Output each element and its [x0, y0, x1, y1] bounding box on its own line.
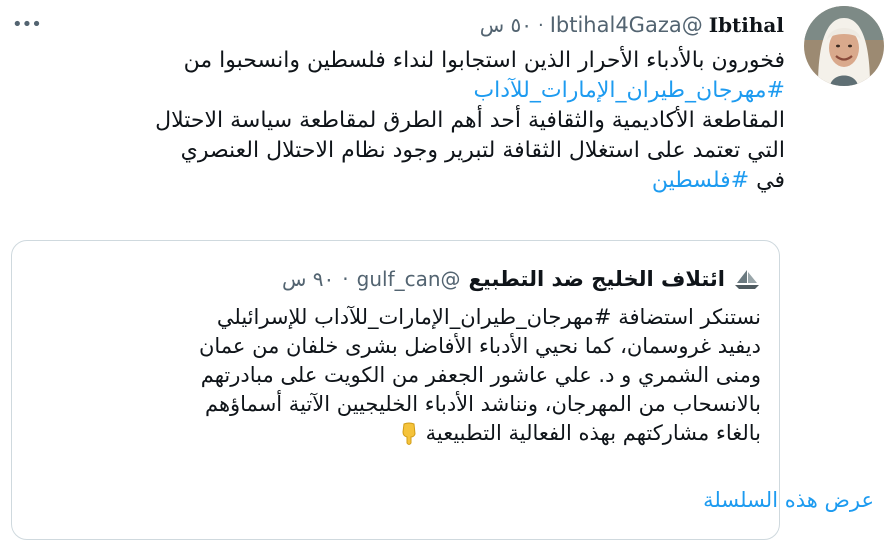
tweet-line-3: التي تعتمد على استغلال الثقافة لتبرير وج… [180, 138, 785, 163]
separator-dot: · [537, 14, 544, 36]
tweet-line-1: فخورون بالأدباء الأحرار الذين استجابوا ل… [183, 48, 785, 73]
show-thread-link[interactable]: عرض هذه السلسلة [703, 488, 874, 512]
quoted-tweet-header: ائتلاف الخليج ضد التطبيع @gulf_can · ٩٠ … [282, 265, 761, 293]
hashtag-palestine[interactable]: #فلسطين [652, 168, 749, 193]
tweet-line-4-prefix: في [749, 168, 785, 193]
author-handle[interactable]: @Ibtihal4Gaza [550, 13, 703, 37]
boat-logo-icon [735, 270, 759, 289]
quoted-tweet-card[interactable]: ائتلاف الخليج ضد التطبيع @gulf_can · ٩٠ … [11, 240, 780, 540]
backhand-index-pointing-down-icon [402, 422, 416, 445]
quoted-line-1: نستنكر استضافة #مهرجان_طيران_الإمارات_لل… [216, 305, 761, 329]
tweet-header: Ibtihal @Ibtihal4Gaza · ٥٠ س [480, 10, 784, 40]
quoted-tweet-time: ٩٠ س [282, 267, 335, 291]
hashtag-festival[interactable]: #مهرجان_طيران_الإمارات_للآداب [473, 78, 785, 103]
quoted-separator-dot: · [342, 267, 349, 291]
quoted-line-3: ومنى الشمري و د. علي عاشور الجعفر من الك… [200, 363, 761, 387]
avatar-photo [804, 6, 884, 86]
quoted-tweet-text: نستنكر استضافة #مهرجان_طيران_الإمارات_لل… [22, 303, 761, 448]
tweet-text: فخورون بالأدباء الأحرار الذين استجابوا ل… [0, 46, 785, 196]
more-options-icon[interactable]: ••• [12, 14, 42, 35]
quoted-line-5: بالغاء مشاركتهم بهذه الفعالية التطبيعية [425, 421, 761, 445]
quoted-line-2: ديفيد غروسمان، كما نحيي الأدباء الأفاضل … [198, 334, 761, 358]
tweet-time[interactable]: ٥٠ س [480, 13, 532, 37]
author-name[interactable]: Ibtihal [709, 13, 784, 37]
quoted-line-4: بالانسحاب من المهرجان، ونناشد الأدباء ال… [204, 392, 761, 416]
quoted-author-handle: @gulf_can [356, 267, 461, 291]
quoted-author-name: ائتلاف الخليج ضد التطبيع [468, 267, 725, 291]
avatar[interactable] [804, 6, 884, 86]
tweet-line-2: المقاطعة الأكاديمية والثقافية أحد أهم ال… [155, 108, 785, 133]
